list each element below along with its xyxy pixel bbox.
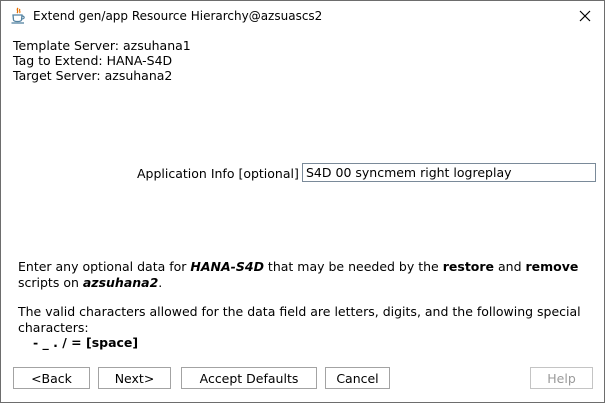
valid-characters-list: - _ . / = [space]: [33, 335, 139, 350]
message-server-name: azsuhana2: [82, 275, 159, 290]
title-bar[interactable]: Extend gen/app Resource Hierarchy@azsuas…: [1, 1, 604, 31]
message-text: scripts on: [18, 275, 83, 290]
help-button[interactable]: Help: [530, 367, 593, 389]
message-restore-word: restore: [442, 259, 495, 274]
back-button[interactable]: <Back: [13, 367, 90, 389]
next-button[interactable]: Next>: [98, 367, 171, 389]
accept-defaults-button[interactable]: Accept Defaults: [181, 367, 317, 389]
dialog-content: Template Server: azsuhana1 Tag to Extend…: [1, 31, 604, 402]
optional-data-message: Enter any optional data for HANA-S4D tha…: [18, 259, 593, 291]
application-info-label: Application Info [optional]: [137, 166, 299, 181]
application-info-input[interactable]: [302, 163, 596, 182]
message-text: and: [494, 259, 526, 274]
message-text: Enter any optional data for: [18, 259, 191, 274]
dialog-window: Extend gen/app Resource Hierarchy@azsuas…: [0, 0, 605, 403]
java-coffee-cup-icon: [10, 7, 26, 25]
message-tag-name: HANA-S4D: [190, 259, 264, 274]
valid-characters-message: The valid characters allowed for the dat…: [18, 304, 581, 335]
cancel-button[interactable]: Cancel: [325, 367, 390, 389]
tag-to-extend-text: Tag to Extend: HANA-S4D: [13, 53, 173, 68]
template-server-text: Template Server: azsuhana1: [13, 38, 191, 53]
target-server-text: Target Server: azsuhana2: [13, 68, 173, 83]
message-remove-word: remove: [525, 259, 579, 274]
close-icon: [579, 10, 591, 22]
message-text: that may be needed by the: [263, 259, 443, 274]
message-text: .: [158, 275, 163, 290]
close-button[interactable]: [570, 3, 600, 29]
window-title: Extend gen/app Resource Hierarchy@azsuas…: [33, 9, 323, 23]
